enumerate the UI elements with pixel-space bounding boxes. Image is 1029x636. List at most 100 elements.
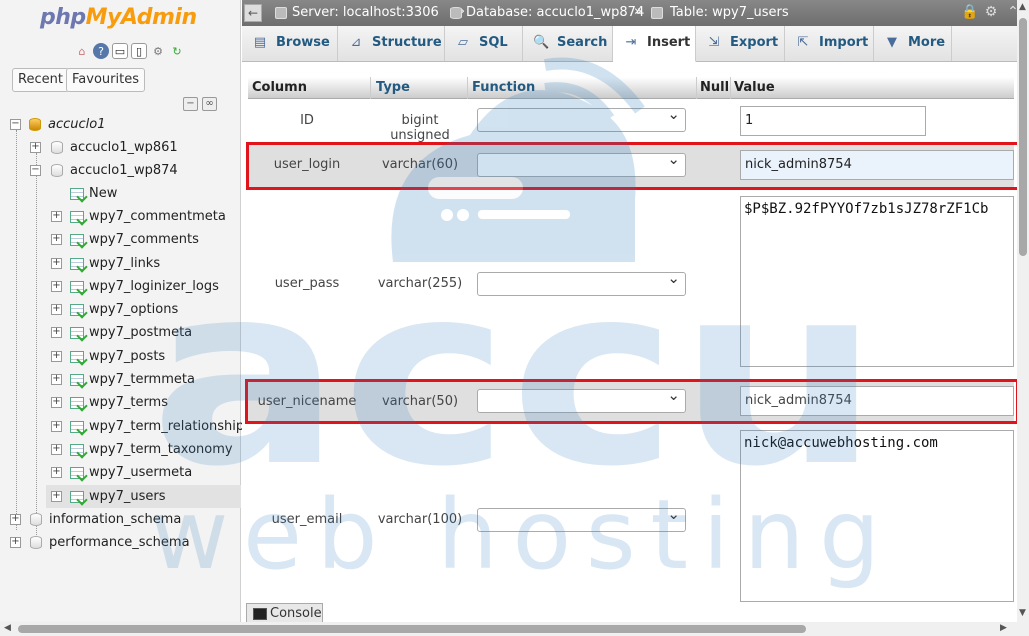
tree-table-node[interactable]: + wpy7_usermeta xyxy=(46,461,241,484)
expand-icon[interactable]: + xyxy=(51,327,62,338)
tree-label: wpy7_users xyxy=(89,489,166,504)
expand-icon[interactable]: + xyxy=(51,421,62,432)
tree-table-node[interactable]: + wpy7_commentmeta xyxy=(46,205,241,228)
favourites-button[interactable]: Favourites xyxy=(66,68,145,92)
header-function[interactable]: Function xyxy=(472,80,535,95)
vertical-scrollbar[interactable]: ▲ ▼ xyxy=(1017,0,1029,622)
tree-label: wpy7_postmeta xyxy=(89,325,193,340)
horizontal-scrollbar[interactable]: ◀ ▶ xyxy=(0,622,1029,636)
lock-icon[interactable]: 🔒 xyxy=(961,4,978,20)
expand-icon[interactable]: + xyxy=(10,537,21,548)
column-type: bigint unsigned xyxy=(390,113,450,143)
tab-insert[interactable]: ⇥ Insert xyxy=(613,26,696,62)
home-icon[interactable]: ⌂ xyxy=(74,43,90,59)
function-select[interactable] xyxy=(477,105,686,132)
tree-table-node[interactable]: + wpy7_loginizer_logs xyxy=(46,275,241,298)
scroll-down-icon[interactable]: ▼ xyxy=(1019,608,1026,618)
reload-icon[interactable]: ↻ xyxy=(169,43,185,59)
tree-label: information_schema xyxy=(49,512,182,527)
phpmyadmin-logo[interactable]: phpMyAdmin xyxy=(40,5,197,30)
tree-label: accuclo1 xyxy=(48,117,106,132)
header-type[interactable]: Type xyxy=(376,80,410,95)
column-type: varchar(100) xyxy=(377,512,463,527)
settings-gear-icon[interactable]: ⚙ xyxy=(983,4,999,20)
table-icon xyxy=(70,397,84,409)
help-icon[interactable]: ? xyxy=(93,43,109,59)
header-null: Null xyxy=(700,80,730,95)
expand-icon[interactable]: + xyxy=(51,467,62,478)
nav-icon-bar: ⌂ ? ▭ ▯ ⚙ ↻ xyxy=(74,43,185,59)
breadcrumb-database[interactable]: Database: accuclo1_wp874 xyxy=(466,5,644,20)
scroll-right-icon[interactable]: ▶ xyxy=(1000,623,1007,633)
scroll-left-icon[interactable]: ◀ xyxy=(4,623,11,633)
tree-db-node[interactable]: + performance_schema xyxy=(0,531,241,554)
scroll-up-icon[interactable]: ▲ xyxy=(1019,2,1026,12)
database-icon xyxy=(51,141,63,154)
tree-table-node[interactable]: + wpy7_options xyxy=(46,298,241,321)
back-arrow-icon[interactable]: ← xyxy=(244,4,262,22)
expand-icon[interactable]: + xyxy=(51,281,62,292)
tree-table-node[interactable]: + wpy7_term_relationships xyxy=(46,415,251,438)
form-row-id: ID bigint unsigned 1 xyxy=(248,100,1014,143)
expand-icon[interactable]: + xyxy=(51,444,62,455)
tree-new-table[interactable]: New xyxy=(0,182,241,205)
chevron-down-icon: ▼ xyxy=(887,35,897,50)
tree-table-node[interactable]: + wpy7_termmeta xyxy=(46,368,241,391)
tree-db-node[interactable]: + accuclo1_wp861 xyxy=(0,136,241,159)
function-select[interactable] xyxy=(477,505,686,532)
tree-table-node[interactable]: + wpy7_terms xyxy=(46,391,241,414)
collapse-icon[interactable]: − xyxy=(10,119,21,130)
server-icon xyxy=(29,118,41,131)
tab-search[interactable]: 🔍 Search xyxy=(523,26,613,61)
tree-table-node[interactable]: + wpy7_links xyxy=(46,252,241,275)
top-right-controls: 🔒 ⚙ ⌃ xyxy=(961,4,1021,20)
console-toggle[interactable]: Console xyxy=(246,603,323,623)
expand-icon[interactable]: + xyxy=(51,304,62,315)
expand-icon[interactable]: + xyxy=(30,142,41,153)
expand-icon[interactable]: + xyxy=(10,514,21,525)
tree-table-node-selected[interactable]: + wpy7_users xyxy=(46,485,241,508)
settings-gear-icon[interactable]: ⚙ xyxy=(150,43,166,59)
table-icon xyxy=(70,467,84,479)
function-select[interactable] xyxy=(477,269,686,296)
expand-icon[interactable]: + xyxy=(51,211,62,222)
expand-icon[interactable]: + xyxy=(51,234,62,245)
sql-docs-icon[interactable]: ▯ xyxy=(131,43,147,59)
tab-more[interactable]: ▼ More xyxy=(874,26,952,61)
value-input[interactable]: 1 xyxy=(740,106,926,136)
column-type: varchar(255) xyxy=(377,276,463,291)
breadcrumb-table[interactable]: Table: wpy7_users xyxy=(670,5,789,20)
column-name: user_pass xyxy=(274,276,340,291)
link-with-main-icon[interactable]: ∞ xyxy=(202,97,217,111)
recent-button[interactable]: Recent xyxy=(12,68,69,92)
expand-icon[interactable]: + xyxy=(51,397,62,408)
tree-table-node[interactable]: + wpy7_posts xyxy=(46,345,241,368)
expand-icon[interactable]: + xyxy=(51,374,62,385)
tree-server-node[interactable]: − accuclo1 xyxy=(0,113,241,136)
documentation-icon[interactable]: ▭ xyxy=(112,43,128,59)
database-icon xyxy=(30,513,42,526)
vertical-scroll-thumb[interactable] xyxy=(1019,18,1027,256)
tab-import[interactable]: ⇱ Import xyxy=(785,26,874,61)
value-textarea[interactable]: $P$BZ.92fPYYOf7zb1sJZ78rZF1Cb xyxy=(740,196,1014,367)
tab-structure[interactable]: ⊿ Structure xyxy=(338,26,445,61)
tree-label: accuclo1_wp861 xyxy=(70,140,178,155)
tab-bar: ▤ Browse ⊿ Structure ▱ SQL 🔍 Search ⇥ Insert … xyxy=(242,26,1017,62)
expand-icon[interactable]: + xyxy=(51,491,62,502)
tree-db-node[interactable]: − accuclo1_wp874 xyxy=(0,159,241,182)
tree-db-node[interactable]: + information_schema xyxy=(0,508,241,531)
tab-sql[interactable]: ▱ SQL xyxy=(445,26,523,61)
expand-icon[interactable]: + xyxy=(51,258,62,269)
tab-export[interactable]: ⇲ Export xyxy=(696,26,785,61)
tree-table-node[interactable]: + wpy7_term_taxonomy xyxy=(46,438,241,461)
tab-browse[interactable]: ▤ Browse xyxy=(242,26,338,61)
value-textarea[interactable]: nick@accuwebhosting.com xyxy=(740,430,1014,602)
sql-icon: ▱ xyxy=(458,35,468,50)
expand-icon[interactable]: + xyxy=(51,351,62,362)
collapse-icon[interactable]: − xyxy=(30,165,41,176)
collapse-all-icon[interactable]: − xyxy=(183,97,198,111)
horizontal-scroll-thumb[interactable] xyxy=(18,625,806,633)
tree-table-node[interactable]: + wpy7_postmeta xyxy=(46,321,241,344)
breadcrumb-server[interactable]: Server: localhost:3306 xyxy=(292,5,439,20)
tree-table-node[interactable]: + wpy7_comments xyxy=(46,228,241,251)
